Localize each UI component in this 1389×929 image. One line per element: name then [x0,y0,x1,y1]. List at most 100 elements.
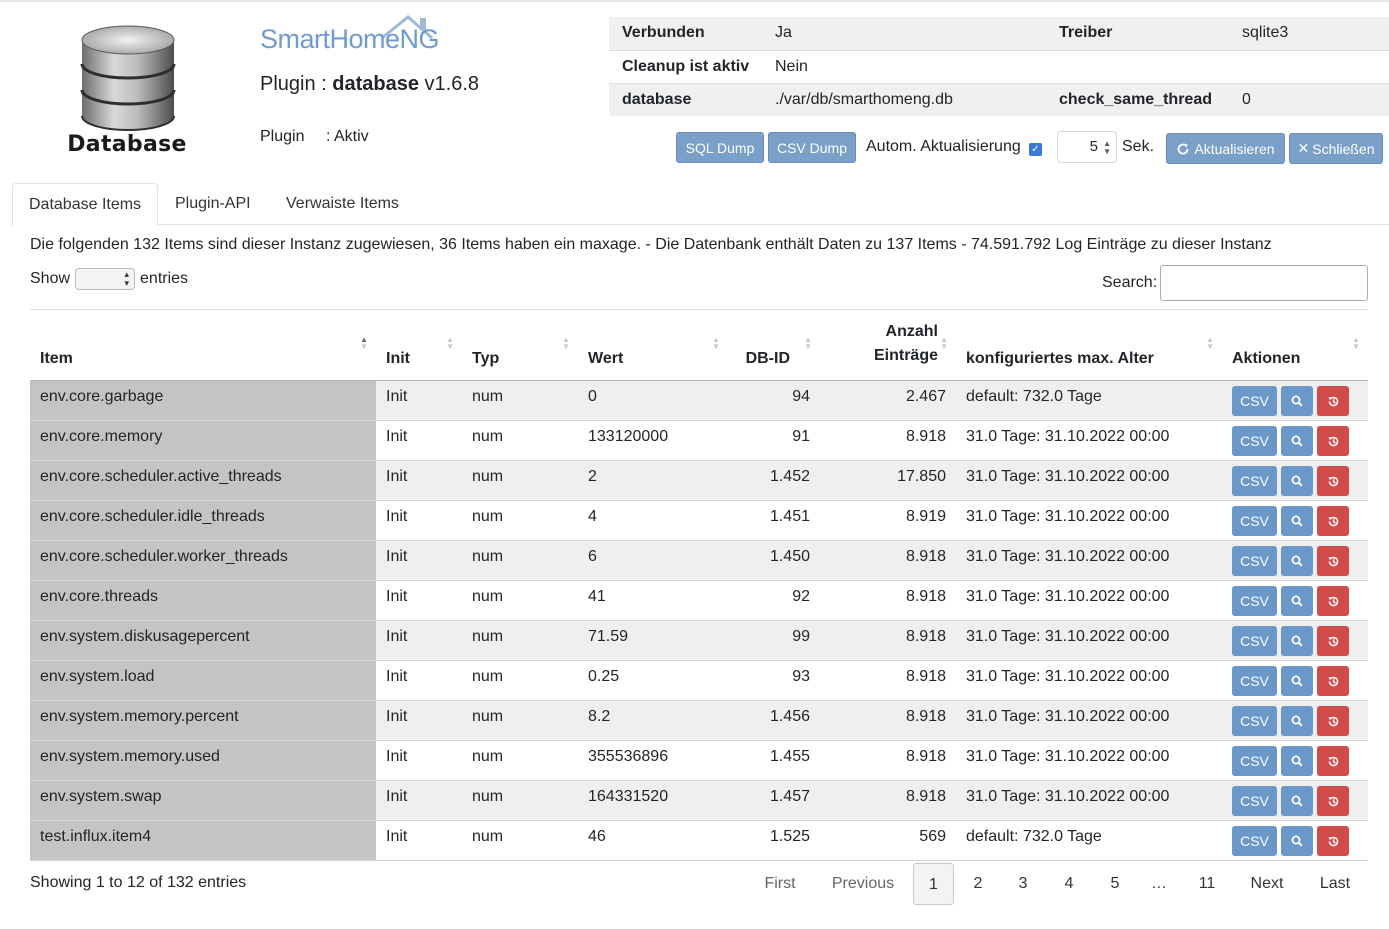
column-header-init[interactable]: Init ▲ ▼ [376,320,462,381]
column-header-wert[interactable]: Wert ▲ ▼ [578,320,728,381]
history-icon[interactable] [1317,826,1349,856]
search-icon[interactable] [1281,546,1313,576]
search-icon[interactable] [1281,626,1313,656]
tab-plugin-api[interactable]: Plugin-API [159,183,267,225]
search-icon[interactable] [1281,826,1313,856]
row-csv-button[interactable]: CSV [1232,626,1277,656]
cell-item: env.system.diskusagepercent [30,620,376,661]
logo-text: Database [67,132,187,157]
row-csv-button[interactable]: CSV [1232,466,1277,496]
search-icon[interactable] [1281,706,1313,736]
close-button-label: Schließen [1312,140,1375,157]
history-icon[interactable] [1317,586,1349,616]
cell-typ: num [462,700,578,741]
row-csv-button[interactable]: CSV [1232,506,1277,536]
close-icon: ✕ [1297,140,1310,156]
cell-item: env.system.memory.used [30,740,376,781]
pagination-last[interactable]: Last [1312,863,1358,905]
history-icon[interactable] [1317,466,1349,496]
cell-actions: CSV [1222,420,1368,461]
history-icon[interactable] [1317,546,1349,576]
auto-refresh-checkbox[interactable]: ✓ [1029,143,1042,156]
row-csv-button[interactable]: CSV [1232,426,1277,456]
search-icon[interactable] [1281,786,1313,816]
pagination-page-3[interactable]: 3 [1005,863,1041,905]
info-value [1229,49,1389,84]
row-csv-button[interactable]: CSV [1232,786,1277,816]
pagination-previous[interactable]: Previous [823,863,903,905]
cell-dbid: 1.455 [728,740,820,781]
column-header-dbid[interactable]: DB-ID ▲ ▼ [728,320,820,381]
search-input[interactable] [1160,265,1368,301]
row-csv-button[interactable]: CSV [1232,826,1277,856]
table-row: env.core.memory Init num 133120000 91 8.918 31… [30,420,1368,461]
history-icon[interactable] [1317,746,1349,776]
search-icon[interactable] [1281,666,1313,696]
row-csv-button[interactable]: CSV [1232,546,1277,576]
column-header-item[interactable]: Item ▲ ▼ [30,320,376,381]
cell-init: Init [376,540,462,581]
spinner-icon[interactable]: ▲ ▼ [1103,140,1111,156]
table-row: env.system.diskusagepercent Init num 71.59 9… [30,620,1368,661]
cell-maxage: 31.0 Tage: 31.10.2022 00:00 [956,420,1222,461]
column-header-maxage[interactable]: konfiguriertes max. Alter ▲ ▼ [956,320,1222,381]
plugin-info-table: Verbunden Ja Treiber sqlite3 Cleanup ist… [609,17,1389,116]
cell-item: env.core.scheduler.worker_threads [30,540,376,581]
cell-typ: num [462,580,578,621]
pagination-next[interactable]: Next [1242,863,1292,905]
history-icon[interactable] [1317,666,1349,696]
pagination-page-11[interactable]: 11 [1189,863,1225,905]
search-icon[interactable] [1281,386,1313,416]
history-icon[interactable] [1317,386,1349,416]
history-icon[interactable] [1317,786,1349,816]
page-length-control: Show entries [30,268,188,290]
info-row: Cleanup ist aktiv Nein [609,49,1389,84]
row-csv-button[interactable]: CSV [1232,666,1277,696]
row-csv-button[interactable]: CSV [1232,586,1277,616]
cell-count: 8.918 [820,740,956,781]
refresh-interval-value: 5 [1089,138,1098,155]
history-icon[interactable] [1317,626,1349,656]
cell-dbid: 1.457 [728,780,820,821]
brand-main: SmartHome [260,24,400,54]
csv-dump-button[interactable]: CSV Dump [768,132,856,163]
cell-maxage: 31.0 Tage: 31.10.2022 00:00 [956,460,1222,501]
cell-count: 8.918 [820,580,956,621]
row-csv-button[interactable]: CSV [1232,386,1277,416]
history-icon[interactable] [1317,426,1349,456]
pagination-page-2[interactable]: 2 [960,863,996,905]
column-header-aktionen[interactable]: Aktionen ▲ ▼ [1222,320,1368,381]
pagination-page-5[interactable]: 5 [1097,863,1133,905]
pagination-page-1[interactable]: 1 [913,863,954,905]
search-icon[interactable] [1281,426,1313,456]
cell-count: 8.918 [820,660,956,701]
row-csv-button[interactable]: CSV [1232,706,1277,736]
refresh-button[interactable]: Aktualisieren [1166,133,1285,164]
search-icon[interactable] [1281,506,1313,536]
cell-item: env.core.scheduler.idle_threads [30,500,376,541]
refresh-interval-input[interactable]: 5 ▲ ▼ [1057,131,1117,163]
refresh-interval-unit: Sek. [1122,138,1155,155]
column-header-typ[interactable]: Typ ▲ ▼ [462,320,578,381]
pagination-first[interactable]: First [755,863,805,905]
close-button[interactable]: ✕ Schließen [1289,133,1383,164]
cell-init: Init [376,420,462,461]
tab-database-items[interactable]: Database Items [12,183,159,226]
sql-dump-button[interactable]: SQL Dump [676,132,764,163]
tab-verwaiste-items[interactable]: Verwaiste Items [270,183,415,225]
column-header-anzahl[interactable]: Anzahl Einträge ▲ ▼ [820,320,956,381]
pagination-page-4[interactable]: 4 [1051,863,1087,905]
search-icon[interactable] [1281,746,1313,776]
cell-init: Init [376,380,462,421]
search-icon[interactable] [1281,466,1313,496]
history-icon[interactable] [1317,506,1349,536]
page-length-select[interactable] [75,268,136,290]
cell-actions: CSV [1222,540,1368,581]
cell-wert: 164331520 [578,780,728,821]
row-csv-button[interactable]: CSV [1232,746,1277,776]
search-icon[interactable] [1281,586,1313,616]
info-key: Cleanup ist aktiv [609,49,762,84]
smarthomeng-logo: SmartHomeNG [260,14,440,58]
plugin-status: Plugin: Aktiv [260,128,369,146]
history-icon[interactable] [1317,706,1349,736]
